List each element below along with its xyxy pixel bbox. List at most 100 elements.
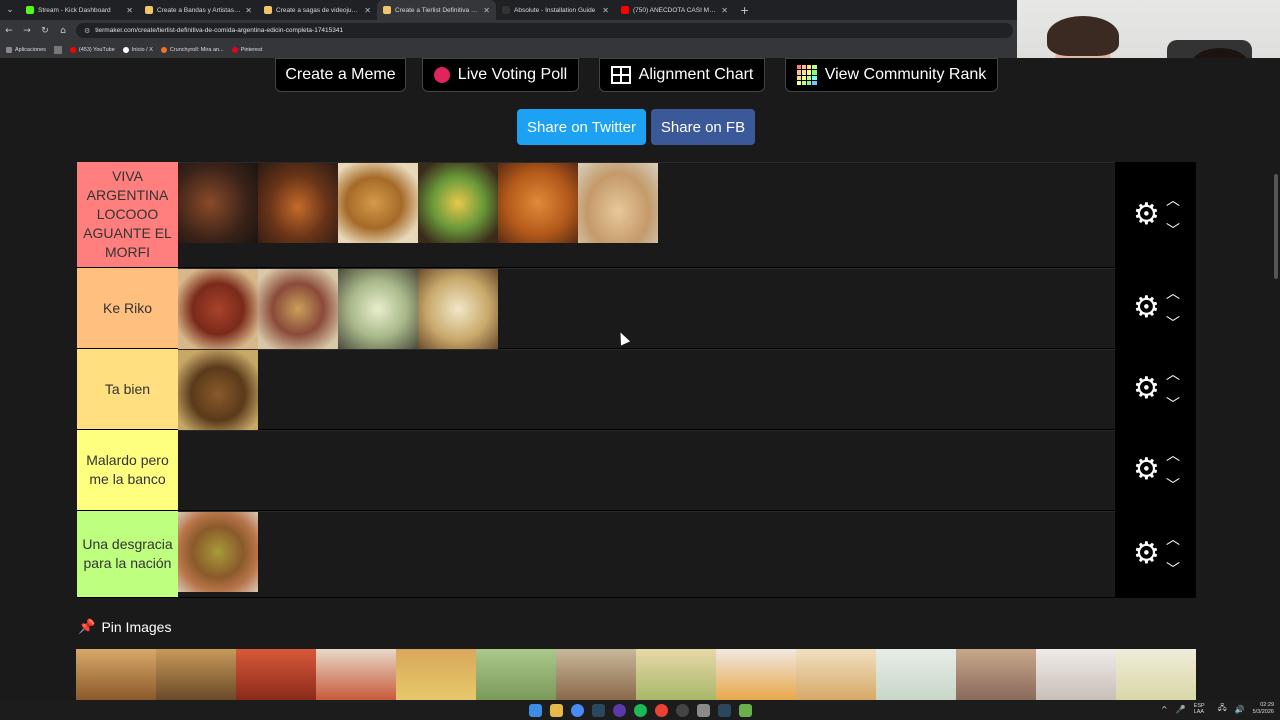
tiermaker-favicon-icon	[145, 6, 153, 14]
tier-label[interactable]: Malardo pero me la banco	[77, 430, 178, 510]
live-voting-poll-button[interactable]: Live Voting Poll	[422, 58, 579, 92]
bookmark-apps[interactable]: Aplicaciones	[6, 46, 46, 53]
volume-icon[interactable]: 🔊	[1235, 705, 1245, 714]
tab-search-icon[interactable]: ⌄	[0, 0, 20, 20]
alignment-chart-button[interactable]: Alignment Chart	[599, 58, 765, 92]
url-field[interactable]: ⚙ tiermaker.com/create/tierlist-definiti…	[76, 23, 1013, 38]
obs-icon[interactable]	[675, 703, 689, 717]
food-locro-image[interactable]	[178, 512, 258, 592]
food-estofado-image[interactable]	[178, 350, 258, 430]
food-milanesa-image[interactable]	[338, 163, 418, 243]
create-meme-button[interactable]: Create a Meme	[275, 58, 406, 92]
chevron-up-icon[interactable]: ︿	[1166, 445, 1180, 465]
microphone-icon[interactable]: 🎤	[1176, 705, 1186, 714]
tab-absolute[interactable]: Absolute - Installation Guide ✕	[496, 0, 615, 20]
food-empanadas-image[interactable]	[578, 163, 658, 243]
bookmark-youtube[interactable]: (453) YouTube	[69, 46, 115, 53]
tab-youtube[interactable]: (750) ANÉCDOTA CASI ME MA ✕	[615, 0, 734, 20]
spotify-icon[interactable]	[633, 703, 647, 717]
back-arrow-icon[interactable]: ←	[4, 26, 14, 36]
chevron-down-icon[interactable]: ﹀	[1166, 559, 1180, 579]
tab-tierlist-active[interactable]: Create a Tierlist Definitiva de C ✕	[377, 0, 496, 20]
close-icon[interactable]: ✕	[245, 6, 252, 15]
pool-food-image[interactable]	[476, 649, 556, 700]
bookmark-x[interactable]: Inicio / X	[122, 46, 153, 53]
pool-food-image[interactable]	[396, 649, 476, 700]
home-icon[interactable]: ⌂	[58, 26, 68, 36]
apps-launcher-icon[interactable]	[53, 45, 62, 54]
gear-icon[interactable]: ⚙	[1133, 455, 1160, 485]
tab-kick[interactable]: Stream - Kick Dashboard ✕	[20, 0, 139, 20]
pool-food-image[interactable]	[876, 649, 956, 700]
pool-food-image[interactable]	[76, 649, 156, 700]
settings-icon[interactable]	[696, 703, 710, 717]
share-fb-button[interactable]: Share on FB	[651, 109, 755, 145]
button-label: Create a Meme	[285, 66, 396, 83]
close-icon[interactable]: ✕	[364, 6, 371, 15]
food-guiso-image[interactable]	[498, 163, 578, 243]
steam-icon[interactable]	[717, 703, 731, 717]
bookmark-crunchyroll[interactable]: Crunchyroll: Mira an...	[160, 46, 224, 53]
tier-label[interactable]: Una desgracia para la nación	[77, 511, 178, 597]
chevron-down-icon[interactable]: ﹀	[1166, 220, 1180, 240]
clock[interactable]: 02:29 5/3/2026	[1253, 702, 1274, 715]
chevron-down-icon[interactable]: ﹀	[1166, 475, 1180, 495]
pool-food-image[interactable]	[956, 649, 1036, 700]
file-explorer-icon[interactable]	[549, 703, 563, 717]
pool-food-image[interactable]	[556, 649, 636, 700]
close-icon[interactable]: ✕	[602, 6, 609, 15]
pool-food-image[interactable]	[156, 649, 236, 700]
share-twitter-button[interactable]: Share on Twitter	[517, 109, 646, 145]
food-cordero-image[interactable]	[258, 163, 338, 243]
language-indicator[interactable]: ESP LAA	[1194, 703, 1210, 715]
chevron-down-icon[interactable]: ﹀	[1166, 313, 1180, 333]
close-icon[interactable]: ✕	[483, 6, 490, 15]
community-rank-button[interactable]: View Community Rank	[785, 58, 998, 92]
pool-food-image[interactable]	[636, 649, 716, 700]
steam-icon[interactable]	[591, 703, 605, 717]
food-picada-image[interactable]	[258, 269, 338, 349]
reload-icon[interactable]: ↻	[40, 26, 50, 36]
chevron-up-icon[interactable]: ︿	[1166, 283, 1180, 303]
food-fugazzeta-image[interactable]	[338, 269, 418, 349]
food-puchero-image[interactable]	[418, 163, 498, 243]
pool-food-image[interactable]	[796, 649, 876, 700]
gear-icon[interactable]: ⚙	[1133, 374, 1160, 404]
new-tab-plus-icon[interactable]: +	[734, 4, 749, 17]
pool-food-image[interactable]	[236, 649, 316, 700]
page-scrollbar[interactable]	[1272, 160, 1280, 700]
windows-start-icon[interactable]	[528, 703, 542, 717]
tier-items	[178, 349, 1115, 430]
tier-label[interactable]: VIVA ARGENTINA LOCOOO AGUANTE EL MORFI	[77, 162, 178, 267]
food-asado-image[interactable]	[178, 163, 258, 243]
chevron-down-icon[interactable]: ﹀	[1166, 394, 1180, 414]
food-pizza-image[interactable]	[418, 269, 498, 349]
chrome-icon[interactable]	[570, 703, 584, 717]
pool-food-image[interactable]	[716, 649, 796, 700]
gear-icon[interactable]: ⚙	[1133, 293, 1160, 323]
tab-bandas[interactable]: Create a Bandas y Artistas de R ✕	[139, 0, 258, 20]
food-choripan-image[interactable]	[178, 269, 258, 349]
gear-icon[interactable]: ⚙	[1133, 539, 1160, 569]
pool-food-image[interactable]	[1036, 649, 1116, 700]
pool-food-image[interactable]	[316, 649, 396, 700]
forward-arrow-icon[interactable]: →	[22, 26, 32, 36]
scrollbar-thumb[interactable]	[1274, 174, 1278, 279]
network-icon[interactable]: 🖧	[1218, 702, 1227, 716]
site-info-icon[interactable]: ⚙	[84, 27, 90, 35]
chevron-up-icon[interactable]: ^	[1161, 705, 1168, 714]
bookmark-pinterest[interactable]: Pinterest	[231, 46, 262, 53]
close-icon[interactable]: ✕	[126, 6, 133, 15]
app-icon[interactable]	[612, 703, 626, 717]
gear-icon[interactable]: ⚙	[1133, 199, 1160, 230]
chevron-up-icon[interactable]: ︿	[1166, 364, 1180, 384]
chevron-up-icon[interactable]: ︿	[1166, 190, 1180, 210]
app-icon[interactable]	[738, 703, 752, 717]
tab-sagas[interactable]: Create a sagas de videojuegos ✕	[258, 0, 377, 20]
chevron-up-icon[interactable]: ︿	[1166, 529, 1180, 549]
chrome-icon[interactable]	[654, 703, 668, 717]
pool-food-image[interactable]	[1116, 649, 1196, 700]
close-icon[interactable]: ✕	[721, 6, 728, 15]
tier-label[interactable]: Ke Riko	[77, 268, 178, 348]
tier-label[interactable]: Ta bien	[77, 349, 178, 429]
